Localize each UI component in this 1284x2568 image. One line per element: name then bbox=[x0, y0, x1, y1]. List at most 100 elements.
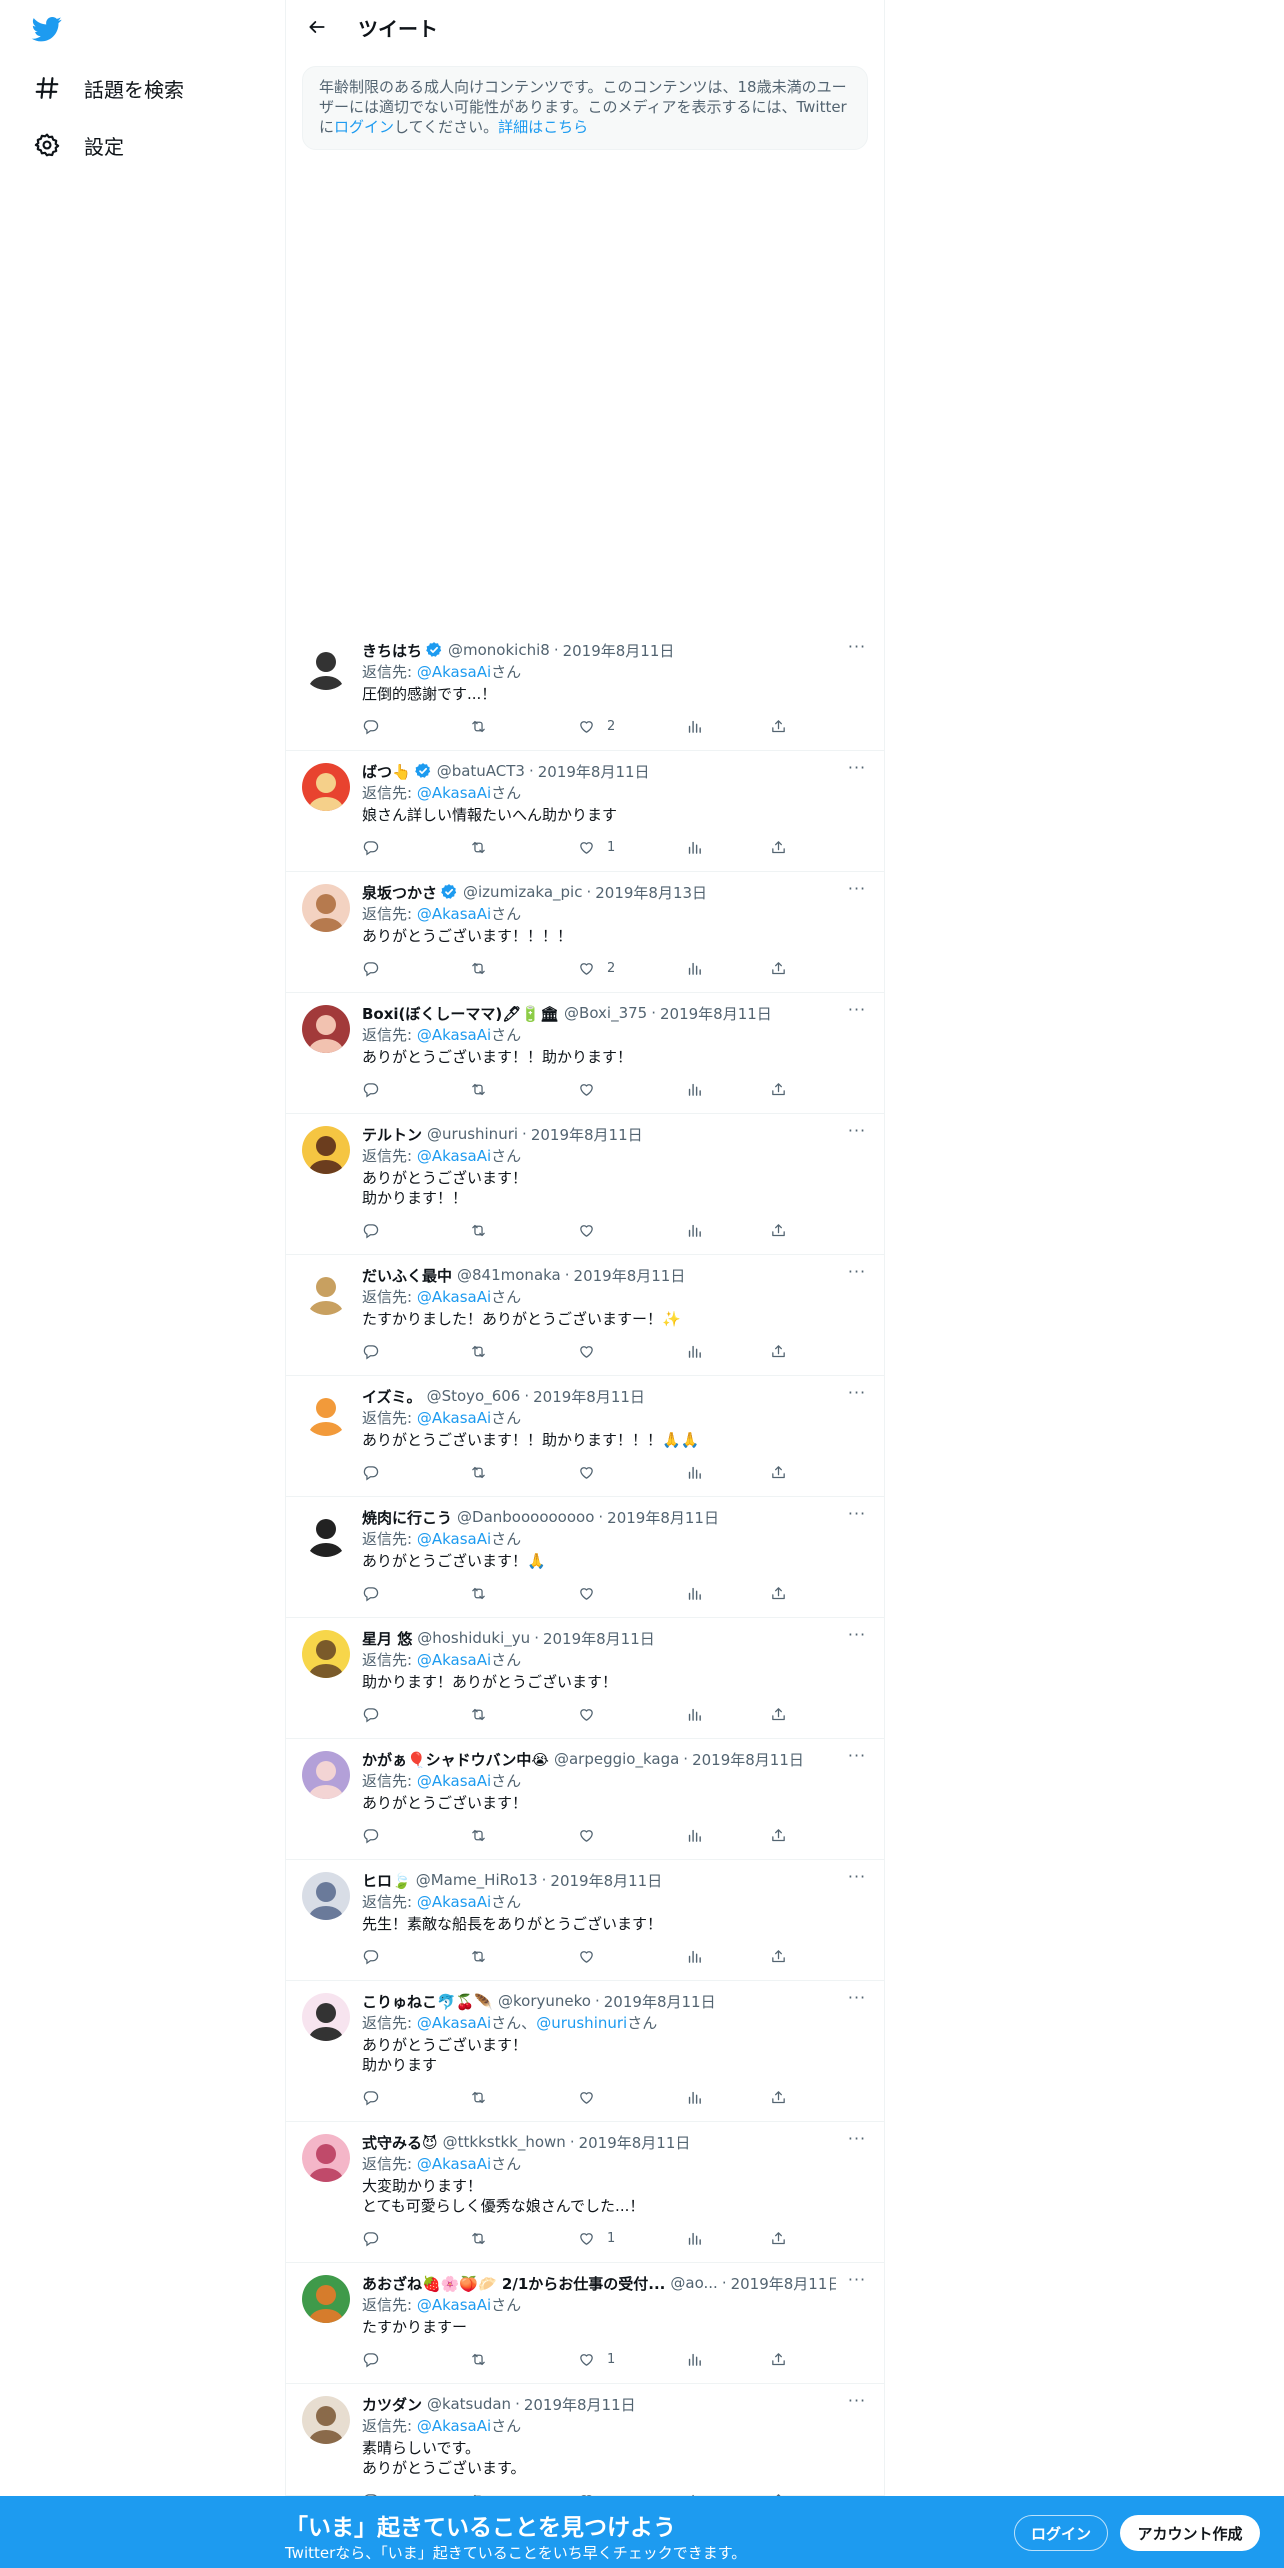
avatar[interactable] bbox=[302, 1126, 350, 1174]
reply-button[interactable] bbox=[362, 1462, 379, 1482]
views-button[interactable] bbox=[686, 1079, 703, 1099]
reply-button[interactable] bbox=[362, 1704, 379, 1724]
tweet-date[interactable]: 2019年8月11日 bbox=[533, 1386, 645, 1406]
like-button[interactable] bbox=[578, 1462, 595, 1482]
author-handle[interactable]: @Boxi_375 bbox=[564, 1004, 647, 1022]
avatar[interactable] bbox=[302, 642, 350, 690]
reply-button[interactable] bbox=[362, 1946, 379, 1966]
sidebar-item-settings[interactable]: 設定 bbox=[30, 125, 124, 165]
reply-tweet[interactable]: こりゅねこ🐬🍒🪶 @koryuneko · 2019年8月11日 ··· 返信先: @Ak… bbox=[286, 1981, 884, 2122]
mention-link[interactable]: @AkasaAi bbox=[417, 1026, 491, 1044]
like-button[interactable] bbox=[578, 2087, 595, 2107]
share-button[interactable] bbox=[770, 1079, 787, 1099]
reply-button[interactable] bbox=[362, 716, 379, 736]
retweet-button[interactable] bbox=[470, 1946, 487, 1966]
mention-link[interactable]: @AkasaAi bbox=[417, 2014, 491, 2032]
reply-tweet[interactable]: テルトン @urushinuri · 2019年8月11日 ··· 返信先: @Akasa… bbox=[286, 1114, 884, 1255]
reply-tweet[interactable]: 泉坂つかさ @izumizaka_pic · 2019年8月13日 ··· 返信先: @A… bbox=[286, 872, 884, 993]
like-button[interactable] bbox=[578, 1704, 595, 1724]
author-name[interactable]: かがぁ🎈シャドウバン中😭 bbox=[362, 1749, 549, 1769]
more-options-icon[interactable]: ··· bbox=[846, 2272, 868, 2293]
views-button[interactable] bbox=[686, 1704, 703, 1724]
author-handle[interactable]: @hoshiduki_yu bbox=[417, 1629, 530, 1647]
author-name[interactable]: カツダン bbox=[362, 2394, 422, 2414]
tweet-date[interactable]: 2019年8月11日 bbox=[574, 1265, 686, 1285]
author-handle[interactable]: @izumizaka_pic bbox=[463, 883, 582, 901]
reply-button[interactable] bbox=[362, 2228, 379, 2248]
more-options-icon[interactable]: ··· bbox=[846, 1627, 868, 1648]
author-handle[interactable]: @koryuneko bbox=[498, 1992, 591, 2010]
more-options-icon[interactable]: ··· bbox=[846, 1123, 868, 1144]
author-name[interactable]: 焼肉に行こう bbox=[362, 1507, 452, 1527]
views-button[interactable] bbox=[686, 716, 703, 736]
more-options-icon[interactable]: ··· bbox=[846, 1506, 868, 1527]
mention-link[interactable]: @AkasaAi bbox=[417, 1530, 491, 1548]
author-handle[interactable]: @katsudan bbox=[427, 2395, 511, 2413]
mention-link[interactable]: @urushinuri bbox=[536, 2014, 627, 2032]
reply-tweet[interactable]: ばつ👆 @batuACT3 · 2019年8月11日 ··· 返信先: @AkasaAiさ… bbox=[286, 751, 884, 872]
retweet-button[interactable] bbox=[470, 1825, 487, 1845]
share-button[interactable] bbox=[770, 1583, 787, 1603]
mention-link[interactable]: @AkasaAi bbox=[417, 1651, 491, 1669]
author-handle[interactable]: @arpeggio_kaga bbox=[554, 1750, 679, 1768]
like-button[interactable]: 2 bbox=[578, 958, 615, 978]
more-options-icon[interactable]: ··· bbox=[846, 639, 868, 660]
reply-button[interactable] bbox=[362, 1583, 379, 1603]
views-button[interactable] bbox=[686, 1462, 703, 1482]
share-button[interactable] bbox=[770, 1946, 787, 1966]
mention-link[interactable]: @AkasaAi bbox=[417, 784, 491, 802]
more-options-icon[interactable]: ··· bbox=[846, 760, 868, 781]
author-name[interactable]: Boxi(ぼくしーママ)🖊🔋🏛 bbox=[362, 1003, 559, 1023]
author-name[interactable]: きちはち bbox=[362, 640, 422, 660]
author-name[interactable]: テルトン bbox=[362, 1124, 422, 1144]
more-options-icon[interactable]: ··· bbox=[846, 2393, 868, 2414]
reply-button[interactable] bbox=[362, 837, 379, 857]
tweet-date[interactable]: 2019年8月11日 bbox=[550, 1870, 662, 1890]
views-button[interactable] bbox=[686, 2087, 703, 2107]
avatar[interactable] bbox=[302, 1267, 350, 1315]
mention-link[interactable]: @AkasaAi bbox=[417, 1893, 491, 1911]
reply-button[interactable] bbox=[362, 1341, 379, 1361]
more-options-icon[interactable]: ··· bbox=[846, 881, 868, 902]
more-options-icon[interactable]: ··· bbox=[846, 1748, 868, 1769]
like-button[interactable]: 1 bbox=[578, 837, 615, 857]
avatar[interactable] bbox=[302, 2275, 350, 2323]
reply-tweet[interactable]: かがぁ🎈シャドウバン中😭 @arpeggio_kaga · 2019年8月11日 ···… bbox=[286, 1739, 884, 1860]
reply-tweet[interactable]: あおざね🍓🌸🍑🥟 2/1からお仕事の受付... @ao... · 2019年8月11日… bbox=[286, 2263, 884, 2384]
retweet-button[interactable] bbox=[470, 2087, 487, 2107]
tweet-date[interactable]: 2019年8月11日 bbox=[731, 2273, 836, 2293]
reply-tweet[interactable]: 星月 悠 @hoshiduki_yu · 2019年8月11日 ··· 返信先: @Aka… bbox=[286, 1618, 884, 1739]
mention-link[interactable]: @AkasaAi bbox=[417, 2417, 491, 2435]
details-link[interactable]: 詳細はこちら bbox=[498, 118, 588, 136]
avatar[interactable] bbox=[302, 1388, 350, 1436]
author-handle[interactable]: @ao... bbox=[670, 2274, 717, 2292]
reply-button[interactable] bbox=[362, 1079, 379, 1099]
share-button[interactable] bbox=[770, 2349, 787, 2369]
reply-button[interactable] bbox=[362, 2349, 379, 2369]
reply-button[interactable] bbox=[362, 2087, 379, 2107]
share-button[interactable] bbox=[770, 1704, 787, 1724]
author-name[interactable]: イズミ。 bbox=[362, 1386, 422, 1406]
share-button[interactable] bbox=[770, 2228, 787, 2248]
share-button[interactable] bbox=[770, 1220, 787, 1240]
avatar[interactable] bbox=[302, 884, 350, 932]
reply-tweet[interactable]: きちはち @monokichi8 · 2019年8月11日 ··· 返信先: @Akasa… bbox=[286, 630, 884, 751]
avatar[interactable] bbox=[302, 1509, 350, 1557]
more-options-icon[interactable]: ··· bbox=[846, 1264, 868, 1285]
retweet-button[interactable] bbox=[470, 837, 487, 857]
mention-link[interactable]: @AkasaAi bbox=[417, 1288, 491, 1306]
avatar[interactable] bbox=[302, 1993, 350, 2041]
retweet-button[interactable] bbox=[470, 1220, 487, 1240]
share-button[interactable] bbox=[770, 837, 787, 857]
author-name[interactable]: だいふく最中 bbox=[362, 1265, 452, 1285]
views-button[interactable] bbox=[686, 2349, 703, 2369]
tweet-date[interactable]: 2019年8月11日 bbox=[607, 1507, 719, 1527]
avatar[interactable] bbox=[302, 1005, 350, 1053]
share-button[interactable] bbox=[770, 716, 787, 736]
reply-button[interactable] bbox=[362, 1220, 379, 1240]
mention-link[interactable]: @AkasaAi bbox=[417, 2155, 491, 2173]
views-button[interactable] bbox=[686, 1220, 703, 1240]
avatar[interactable] bbox=[302, 1630, 350, 1678]
reply-tweet[interactable]: 式守みる😈 @ttkkstkk_hown · 2019年8月11日 ··· 返信先: @A… bbox=[286, 2122, 884, 2263]
like-button[interactable]: 2 bbox=[578, 716, 615, 736]
